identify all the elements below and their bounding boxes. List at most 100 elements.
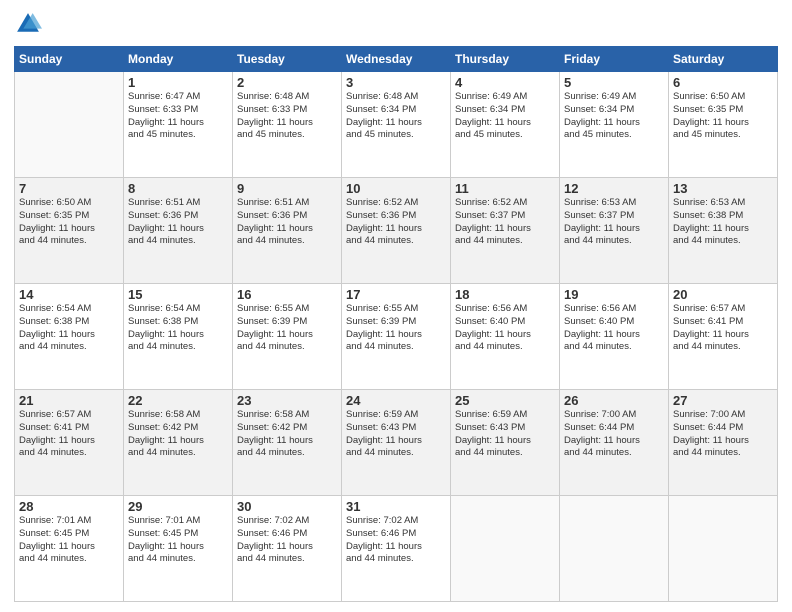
day-number: 26	[564, 393, 664, 408]
cell-info-line: Sunrise: 7:02 AM	[346, 515, 446, 528]
day-number: 18	[455, 287, 555, 302]
calendar-cell: 14Sunrise: 6:54 AMSunset: 6:38 PMDayligh…	[15, 284, 124, 390]
cell-info-line: Sunrise: 6:55 AM	[237, 303, 337, 316]
cell-info-line: Sunset: 6:37 PM	[564, 210, 664, 223]
day-number: 21	[19, 393, 119, 408]
day-number: 20	[673, 287, 773, 302]
calendar-table: SundayMondayTuesdayWednesdayThursdayFrid…	[14, 46, 778, 602]
cell-info-line: and 45 minutes.	[455, 129, 555, 142]
day-number: 23	[237, 393, 337, 408]
calendar-cell: 16Sunrise: 6:55 AMSunset: 6:39 PMDayligh…	[233, 284, 342, 390]
day-number: 13	[673, 181, 773, 196]
cell-info-line: Sunrise: 7:00 AM	[673, 409, 773, 422]
cell-info-line: Sunset: 6:44 PM	[564, 422, 664, 435]
cell-info-line: Daylight: 11 hours	[346, 541, 446, 554]
cell-info-line: Sunrise: 6:51 AM	[237, 197, 337, 210]
cell-info-line: Sunrise: 6:54 AM	[19, 303, 119, 316]
calendar-cell: 6Sunrise: 6:50 AMSunset: 6:35 PMDaylight…	[669, 72, 778, 178]
cell-info-line: Sunset: 6:45 PM	[128, 528, 228, 541]
cell-info-line: Sunrise: 6:56 AM	[564, 303, 664, 316]
cell-info-line: Daylight: 11 hours	[237, 117, 337, 130]
calendar-cell: 25Sunrise: 6:59 AMSunset: 6:43 PMDayligh…	[451, 390, 560, 496]
day-number: 27	[673, 393, 773, 408]
cell-info-line: Sunrise: 7:01 AM	[128, 515, 228, 528]
day-number: 15	[128, 287, 228, 302]
calendar-cell: 27Sunrise: 7:00 AMSunset: 6:44 PMDayligh…	[669, 390, 778, 496]
cell-info-line: Sunrise: 6:51 AM	[128, 197, 228, 210]
weekday-header: Saturday	[669, 47, 778, 72]
cell-info-line: and 44 minutes.	[455, 235, 555, 248]
cell-info-line: Daylight: 11 hours	[564, 223, 664, 236]
cell-info-line: Daylight: 11 hours	[455, 329, 555, 342]
cell-info-line: and 44 minutes.	[346, 553, 446, 566]
day-number: 30	[237, 499, 337, 514]
cell-info-line: Sunset: 6:36 PM	[237, 210, 337, 223]
cell-info-line: Sunset: 6:39 PM	[237, 316, 337, 329]
calendar-cell	[560, 496, 669, 602]
cell-info-line: and 45 minutes.	[673, 129, 773, 142]
calendar-cell: 9Sunrise: 6:51 AMSunset: 6:36 PMDaylight…	[233, 178, 342, 284]
cell-info-line: Daylight: 11 hours	[455, 435, 555, 448]
cell-info-line: Sunset: 6:35 PM	[19, 210, 119, 223]
cell-info-line: Daylight: 11 hours	[237, 541, 337, 554]
cell-info-line: Sunrise: 6:59 AM	[346, 409, 446, 422]
cell-info-line: Sunset: 6:41 PM	[19, 422, 119, 435]
cell-info-line: Sunset: 6:43 PM	[455, 422, 555, 435]
cell-info-line: Sunrise: 6:57 AM	[673, 303, 773, 316]
cell-info-line: Sunrise: 6:58 AM	[237, 409, 337, 422]
cell-info-line: Sunrise: 7:02 AM	[237, 515, 337, 528]
calendar-cell: 1Sunrise: 6:47 AMSunset: 6:33 PMDaylight…	[124, 72, 233, 178]
cell-info-line: Daylight: 11 hours	[237, 329, 337, 342]
calendar-cell: 20Sunrise: 6:57 AMSunset: 6:41 PMDayligh…	[669, 284, 778, 390]
calendar-cell: 18Sunrise: 6:56 AMSunset: 6:40 PMDayligh…	[451, 284, 560, 390]
calendar-cell: 3Sunrise: 6:48 AMSunset: 6:34 PMDaylight…	[342, 72, 451, 178]
cell-info-line: Sunrise: 6:59 AM	[455, 409, 555, 422]
header	[14, 10, 778, 38]
calendar-cell: 8Sunrise: 6:51 AMSunset: 6:36 PMDaylight…	[124, 178, 233, 284]
cell-info-line: Daylight: 11 hours	[19, 329, 119, 342]
cell-info-line: Daylight: 11 hours	[346, 117, 446, 130]
cell-info-line: and 45 minutes.	[237, 129, 337, 142]
calendar-cell: 4Sunrise: 6:49 AMSunset: 6:34 PMDaylight…	[451, 72, 560, 178]
cell-info-line: and 44 minutes.	[673, 447, 773, 460]
calendar-week-row: 1Sunrise: 6:47 AMSunset: 6:33 PMDaylight…	[15, 72, 778, 178]
day-number: 14	[19, 287, 119, 302]
weekday-header: Wednesday	[342, 47, 451, 72]
day-number: 11	[455, 181, 555, 196]
calendar-cell: 28Sunrise: 7:01 AMSunset: 6:45 PMDayligh…	[15, 496, 124, 602]
cell-info-line: and 44 minutes.	[237, 553, 337, 566]
calendar-cell: 10Sunrise: 6:52 AMSunset: 6:36 PMDayligh…	[342, 178, 451, 284]
cell-info-line: Sunset: 6:43 PM	[346, 422, 446, 435]
day-number: 9	[237, 181, 337, 196]
calendar-cell: 26Sunrise: 7:00 AMSunset: 6:44 PMDayligh…	[560, 390, 669, 496]
cell-info-line: Sunset: 6:36 PM	[346, 210, 446, 223]
day-number: 10	[346, 181, 446, 196]
cell-info-line: Sunset: 6:34 PM	[346, 104, 446, 117]
cell-info-line: Sunrise: 6:57 AM	[19, 409, 119, 422]
cell-info-line: Sunrise: 6:50 AM	[19, 197, 119, 210]
cell-info-line: and 44 minutes.	[564, 235, 664, 248]
cell-info-line: and 45 minutes.	[564, 129, 664, 142]
day-number: 31	[346, 499, 446, 514]
weekday-header: Sunday	[15, 47, 124, 72]
cell-info-line: Sunrise: 6:49 AM	[564, 91, 664, 104]
cell-info-line: Daylight: 11 hours	[237, 223, 337, 236]
cell-info-line: Sunrise: 6:55 AM	[346, 303, 446, 316]
day-number: 28	[19, 499, 119, 514]
day-number: 7	[19, 181, 119, 196]
day-number: 4	[455, 75, 555, 90]
cell-info-line: Daylight: 11 hours	[673, 329, 773, 342]
calendar-cell: 31Sunrise: 7:02 AMSunset: 6:46 PMDayligh…	[342, 496, 451, 602]
calendar-week-row: 21Sunrise: 6:57 AMSunset: 6:41 PM Dayligh…	[15, 390, 778, 496]
cell-info-line: and 44 minutes.	[564, 447, 664, 460]
cell-info-line: Sunset: 6:46 PM	[346, 528, 446, 541]
cell-info-line: Sunset: 6:40 PM	[564, 316, 664, 329]
day-number: 8	[128, 181, 228, 196]
cell-info-line: Sunset: 6:39 PM	[346, 316, 446, 329]
calendar-week-row: 28 Sunrise: 7:01 AMSunset: 6:45 PM Dayligh…	[15, 496, 778, 602]
calendar-cell: 29Sunrise: 7:01 AMSunset: 6:45 PMDayligh…	[124, 496, 233, 602]
day-number: 25	[455, 393, 555, 408]
day-number: 1	[128, 75, 228, 90]
calendar-cell: 23Sunrise: 6:58 AMSunset: 6:42 PMDayligh…	[233, 390, 342, 496]
calendar-cell	[15, 72, 124, 178]
